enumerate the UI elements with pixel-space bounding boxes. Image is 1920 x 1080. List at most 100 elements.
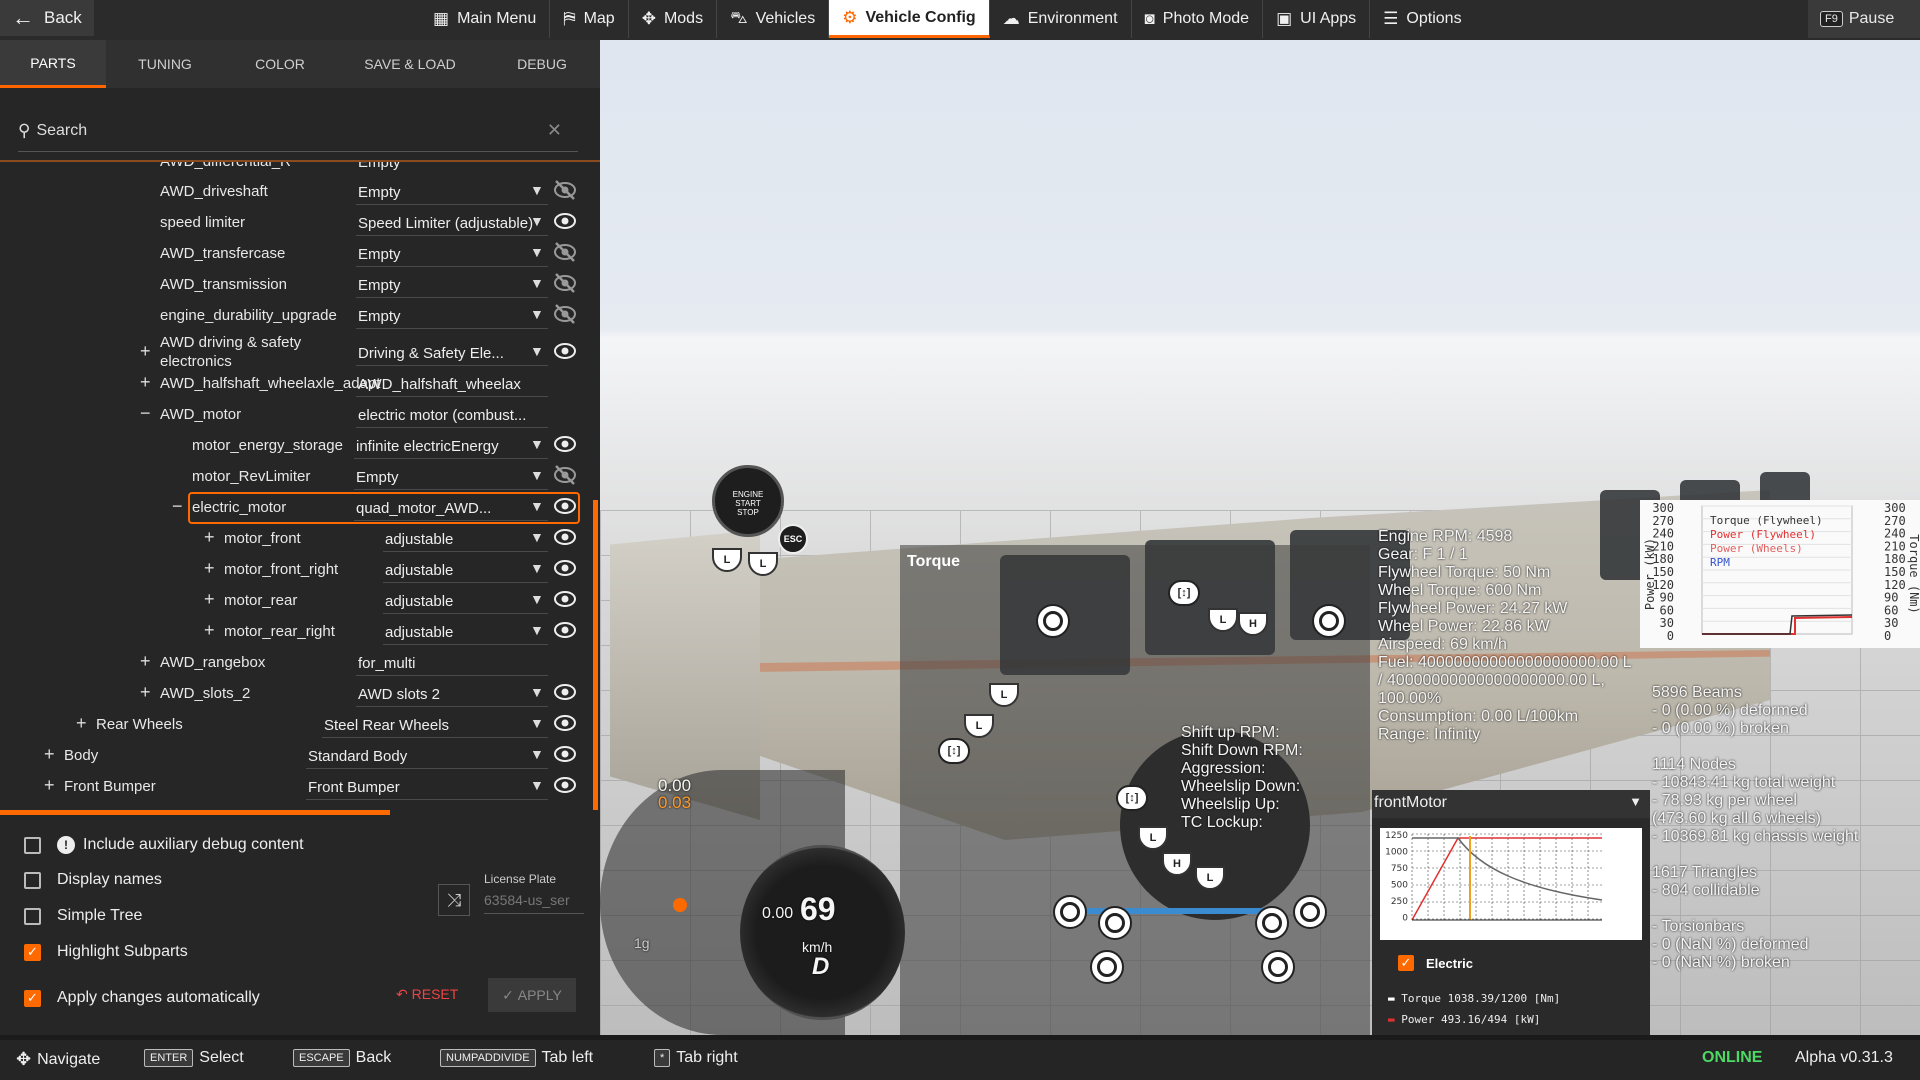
eye-icon[interactable]	[553, 619, 577, 641]
tab-parts[interactable]: PARTS	[0, 40, 106, 88]
tree-row-motor-revlimiter[interactable]: motor_RevLimiter Empty ▼	[0, 461, 590, 491]
part-value[interactable]: AWD slots 2	[358, 686, 440, 703]
part-value[interactable]: electric motor (combust...	[358, 407, 526, 424]
electric-toggle[interactable]: ✓ Electric	[1398, 955, 1473, 971]
tree-row-partial[interactable]: AWD_differential_R Empty	[0, 162, 590, 176]
expand-icon[interactable]: −	[172, 496, 183, 517]
eye-icon[interactable]	[553, 495, 577, 517]
tab-tuning[interactable]: TUNING	[106, 40, 224, 88]
chevron-down-icon[interactable]: ▼	[530, 684, 544, 700]
part-value[interactable]: for_multi	[358, 655, 416, 672]
include-aux-option[interactable]: ! Include auxiliary debug content	[24, 832, 304, 858]
tree-row-motor-front-right[interactable]: + motor_front_right adjustable ▼	[0, 554, 590, 584]
close-icon[interactable]: ✕	[547, 120, 562, 141]
simple-tree-option[interactable]: Simple Tree	[24, 903, 142, 929]
simple-tree-checkbox[interactable]	[24, 907, 41, 925]
part-value[interactable]: Empty	[358, 277, 401, 294]
part-value[interactable]: infinite electricEnergy	[356, 438, 499, 455]
eye-icon[interactable]	[553, 588, 577, 610]
apply-auto-option[interactable]: ✓ Apply changes automatically	[24, 985, 260, 1011]
nav-vehicles[interactable]: ⛍ Vehicles	[717, 0, 830, 38]
chevron-down-icon[interactable]: ▼	[530, 529, 544, 545]
expand-icon[interactable]: +	[140, 651, 151, 672]
nav-map[interactable]: ⛿ Map	[550, 0, 629, 38]
part-value[interactable]: adjustable	[385, 593, 453, 610]
part-value[interactable]: Speed Limiter (adjustable)	[358, 215, 533, 232]
part-value[interactable]: Empty	[358, 308, 401, 325]
tree-row-rear-wheels[interactable]: + Rear Wheels Steel Rear Wheels ▼	[0, 709, 590, 739]
tree-row-awd-driving-safety-electronics[interactable]: + AWD driving & safety electronics Driving…	[0, 334, 590, 370]
part-value[interactable]: quad_motor_AWD...	[356, 500, 491, 517]
eye-icon[interactable]	[553, 433, 577, 455]
eye-off-icon[interactable]	[553, 241, 577, 263]
chevron-down-icon[interactable]: ▼	[530, 498, 544, 514]
expand-icon[interactable]: +	[140, 682, 151, 703]
chevron-down-icon[interactable]: ▼	[530, 560, 544, 576]
tree-row-awd-transmission[interactable]: AWD_transmission Empty ▼	[0, 269, 590, 299]
tree-horizontal-scrollbar[interactable]	[0, 810, 390, 815]
tree-row-awd-halfshaft-wheelaxle-adapt[interactable]: + AWD_halfshaft_wheelaxle_adapt AWD_halfsh…	[0, 368, 590, 398]
part-value[interactable]: Front Bumper	[308, 779, 400, 796]
nav-photo-mode[interactable]: ◙ Photo Mode	[1132, 0, 1264, 38]
chevron-down-icon[interactable]: ▼	[530, 622, 544, 638]
tree-row-awd-rangebox[interactable]: + AWD_rangebox for_multi	[0, 647, 590, 677]
back-button[interactable]: ← Back	[0, 0, 94, 36]
part-value[interactable]: Empty	[358, 184, 401, 201]
eye-icon[interactable]	[553, 340, 577, 362]
tab-debug[interactable]: DEBUG	[484, 40, 600, 88]
expand-icon[interactable]: +	[204, 558, 215, 579]
apply-button[interactable]: ✓ APPLY	[488, 978, 576, 1012]
nav-mods[interactable]: ✥ Mods	[629, 0, 718, 38]
chevron-down-icon[interactable]: ▼	[530, 715, 544, 731]
eye-off-icon[interactable]	[553, 303, 577, 325]
eye-icon[interactable]	[553, 557, 577, 579]
tree-row-awd-slots-2[interactable]: + AWD_slots_2 AWD slots 2 ▼	[0, 678, 590, 708]
esc-button[interactable]: ESC	[778, 524, 808, 554]
include-aux-checkbox[interactable]	[24, 836, 41, 854]
search-input[interactable]: ⚲ Search ✕	[18, 110, 578, 152]
chevron-down-icon[interactable]: ▼	[530, 467, 544, 483]
part-value[interactable]: AWD_halfshaft_wheelax	[358, 376, 521, 393]
tree-row-body[interactable]: + Body Standard Body ▼	[0, 740, 590, 770]
nav-environment[interactable]: ☁ Environment	[990, 0, 1132, 38]
nav-main-menu[interactable]: ▦ Main Menu	[420, 0, 551, 38]
expand-icon[interactable]: +	[204, 589, 215, 610]
license-plate-input[interactable]: 63584-us_ser	[484, 892, 584, 914]
tree-row-engine-durability-upgrade[interactable]: engine_durability_upgrade Empty ▼	[0, 300, 590, 330]
nav-options[interactable]: ☰ Options	[1370, 0, 1474, 38]
chevron-down-icon[interactable]: ▼	[530, 306, 544, 322]
expand-icon[interactable]: +	[44, 775, 55, 796]
part-value[interactable]: Driving & Safety Ele...	[358, 345, 504, 362]
eye-off-icon[interactable]	[553, 179, 577, 201]
tree-row-motor-front[interactable]: + motor_front adjustable ▼	[0, 523, 590, 553]
chevron-down-icon[interactable]: ▼	[530, 436, 544, 452]
eye-off-icon[interactable]	[553, 272, 577, 294]
highlight-subparts-checkbox[interactable]: ✓	[24, 943, 41, 961]
eye-off-icon[interactable]	[553, 464, 577, 486]
tree-scrollbar[interactable]	[593, 500, 598, 810]
chevron-down-icon[interactable]: ▼	[530, 777, 544, 793]
tree-row-motor-rear-right[interactable]: + motor_rear_right adjustable ▼	[0, 616, 590, 646]
highlight-subparts-option[interactable]: ✓ Highlight Subparts	[24, 939, 188, 965]
part-value[interactable]: adjustable	[385, 531, 453, 548]
expand-icon[interactable]: +	[44, 744, 55, 765]
eye-icon[interactable]	[553, 774, 577, 796]
display-names-option[interactable]: Display names	[24, 867, 162, 893]
nav-ui-apps[interactable]: ▣ UI Apps	[1263, 0, 1371, 38]
expand-icon[interactable]: +	[140, 372, 151, 393]
tree-row-front-bumper[interactable]: + Front Bumper Front Bumper ▼	[0, 771, 590, 801]
part-value[interactable]: Standard Body	[308, 748, 407, 765]
chevron-down-icon[interactable]: ▼	[530, 275, 544, 291]
electric-checkbox[interactable]: ✓	[1398, 955, 1414, 971]
shuffle-icon[interactable]: ⤨	[438, 884, 470, 916]
tree-row-motor-energy-storage[interactable]: motor_energy_storage infinite electricEne…	[0, 430, 590, 460]
chevron-down-icon[interactable]: ▼	[530, 213, 544, 229]
expand-icon[interactable]: +	[76, 713, 87, 734]
part-value[interactable]: Empty	[358, 246, 401, 263]
chevron-down-icon[interactable]: ▼	[530, 591, 544, 607]
eye-icon[interactable]	[553, 210, 577, 232]
part-value[interactable]: adjustable	[385, 624, 453, 641]
tab-save-load[interactable]: SAVE & LOAD	[336, 40, 484, 88]
chevron-down-icon[interactable]: ▼	[530, 244, 544, 260]
display-names-checkbox[interactable]	[24, 871, 41, 889]
